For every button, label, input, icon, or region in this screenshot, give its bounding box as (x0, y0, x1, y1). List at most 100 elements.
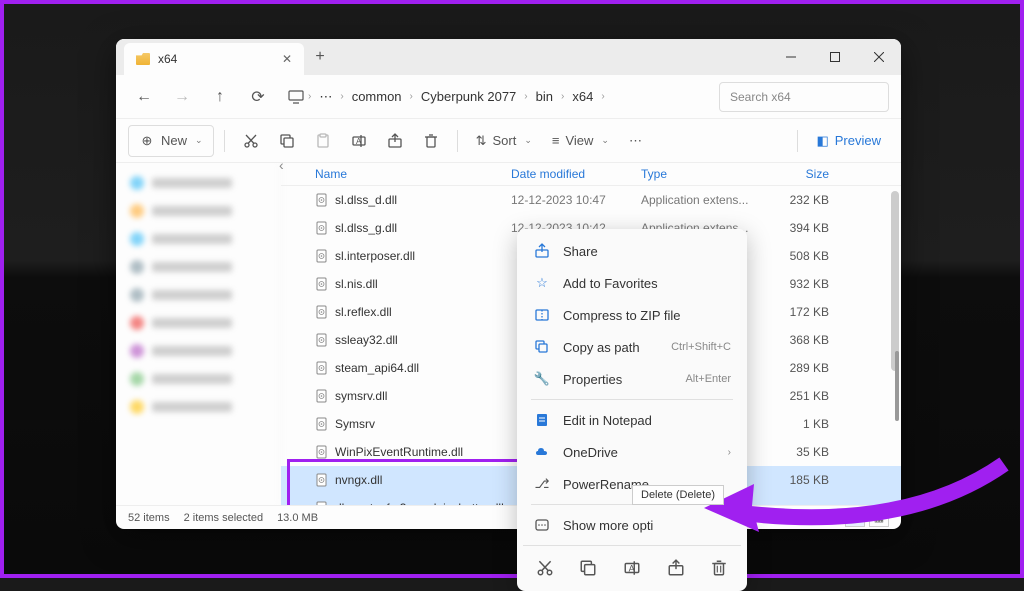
cm-favorites[interactable]: ☆Add to Favorites (523, 267, 741, 299)
tab-active[interactable]: x64 ✕ (124, 43, 304, 75)
scrollbar[interactable] (891, 191, 899, 371)
file-name: ssleay32.dll (335, 333, 398, 347)
file-size: 251 KB (771, 389, 841, 403)
file-icon (315, 417, 329, 431)
sidebar-item[interactable] (122, 169, 274, 197)
file-name: sl.nis.dll (335, 277, 378, 291)
cm-delete[interactable] (703, 552, 735, 584)
context-menu: Share ☆Add to Favorites Compress to ZIP … (517, 229, 747, 591)
cloud-icon (533, 443, 551, 461)
chevron-down-icon: ⌄ (195, 135, 203, 146)
search-input[interactable]: Search x64 (719, 82, 889, 112)
file-name: steam_api64.dll (335, 361, 419, 375)
file-size: 508 KB (771, 249, 841, 263)
cm-properties[interactable]: 🔧PropertiesAlt+Enter (523, 363, 741, 395)
file-icon (315, 473, 329, 487)
breadcrumb-more-icon[interactable]: ⋯ (315, 85, 336, 109)
file-name: symsrv.dll (335, 389, 387, 403)
file-size: 394 KB (771, 221, 841, 235)
sort-button[interactable]: ⇅ Sort ⌄ (468, 125, 540, 157)
delete-button[interactable] (415, 125, 447, 157)
col-name-header[interactable]: Name (291, 167, 511, 181)
details-view-button[interactable]: ≡ (845, 509, 865, 527)
cm-notepad[interactable]: Edit in Notepad (523, 404, 741, 436)
close-button[interactable] (857, 39, 901, 75)
preview-button[interactable]: ◧ Preview (808, 125, 889, 157)
new-tab-button[interactable]: + (304, 48, 336, 66)
file-name: sl.interposer.dll (335, 249, 415, 263)
close-tab-icon[interactable]: ✕ (282, 52, 292, 66)
breadcrumb-item[interactable]: x64 (568, 85, 597, 108)
sidebar-item[interactable] (122, 281, 274, 309)
cm-showmore[interactable]: Show more opti (523, 509, 741, 541)
cm-rename[interactable]: A (616, 552, 648, 584)
statusbar: 52 items 2 items selected 13.0 MB ≡ ▦ (116, 505, 901, 529)
titlebar: x64 ✕ + (116, 39, 901, 75)
sidebar-item[interactable] (122, 309, 274, 337)
view-button[interactable]: ≡ View ⌄ (544, 125, 617, 157)
copy-button[interactable] (271, 125, 303, 157)
breadcrumb-item[interactable]: Cyberpunk 2077 (417, 85, 520, 108)
cm-copy[interactable] (572, 552, 604, 584)
file-size: 932 KB (771, 277, 841, 291)
cm-onedrive[interactable]: OneDrive› (523, 436, 741, 468)
delete-tooltip: Delete (Delete) (632, 485, 724, 505)
up-button[interactable]: ↑ (204, 81, 236, 113)
new-button[interactable]: ⊕ New ⌄ (128, 125, 214, 157)
monitor-icon (288, 89, 304, 105)
thumbnails-view-button[interactable]: ▦ (869, 509, 889, 527)
cm-share-action[interactable] (660, 552, 692, 584)
file-name: Symsrv (335, 417, 375, 431)
sidebar-item[interactable] (122, 253, 274, 281)
file-size: 35 KB (771, 445, 841, 459)
col-type-header[interactable]: Type (641, 167, 771, 181)
file-name: WinPixEventRuntime.dll (335, 445, 463, 459)
status-selected: 2 items selected (184, 512, 263, 524)
sidebar (116, 163, 281, 505)
view-label: View (565, 133, 593, 148)
file-size: 1 KB (771, 417, 841, 431)
file-name: sl.dlss_g.dll (335, 221, 397, 235)
file-name: nvngx.dll (335, 473, 382, 487)
plus-circle-icon: ⊕ (139, 133, 155, 149)
file-icon (315, 445, 329, 459)
sidebar-item[interactable] (122, 225, 274, 253)
more-button[interactable]: ⋯ (621, 125, 650, 157)
sidebar-item[interactable] (122, 197, 274, 225)
cm-copypath[interactable]: Copy as pathCtrl+Shift+C (523, 331, 741, 363)
refresh-button[interactable]: ⟳ (242, 81, 274, 113)
file-icon (315, 333, 329, 347)
scrollbar[interactable] (895, 351, 899, 421)
cut-button[interactable] (235, 125, 267, 157)
file-icon (315, 193, 329, 207)
wrench-icon: 🔧 (533, 370, 551, 388)
col-date-header[interactable]: Date modified (511, 167, 641, 181)
breadcrumb[interactable]: › ⋯ › common › Cyberpunk 2077 › bin › x6… (280, 85, 713, 109)
file-row[interactable]: sl.dlss_d.dll12-12-2023 10:47Application… (281, 186, 901, 214)
toolbar: ⊕ New ⌄ A ⇅ Sort ⌄ ≡ View ⌄ ⋯ ◧ Preview (116, 119, 901, 163)
notepad-icon (533, 411, 551, 429)
new-label: New (161, 133, 187, 148)
back-button[interactable]: ← (128, 81, 160, 113)
paste-button[interactable] (307, 125, 339, 157)
file-icon (315, 501, 329, 505)
cm-compress[interactable]: Compress to ZIP file (523, 299, 741, 331)
sidebar-item[interactable] (122, 365, 274, 393)
star-icon: ☆ (533, 274, 551, 292)
breadcrumb-item[interactable]: bin (532, 85, 557, 108)
cm-share[interactable]: Share (523, 235, 741, 267)
forward-button[interactable]: → (166, 81, 198, 113)
minimize-button[interactable] (769, 39, 813, 75)
breadcrumb-item[interactable]: common (348, 85, 406, 108)
file-name: sl.dlss_d.dll (335, 193, 397, 207)
maximize-button[interactable] (813, 39, 857, 75)
rename-button[interactable]: A (343, 125, 375, 157)
cm-cut[interactable] (529, 552, 561, 584)
sidebar-item[interactable] (122, 337, 274, 365)
col-size-header[interactable]: Size (771, 167, 841, 181)
column-headers[interactable]: Name Date modified Type Size (281, 163, 901, 186)
sidebar-item[interactable] (122, 393, 274, 421)
file-size: 172 KB (771, 305, 841, 319)
share-button[interactable] (379, 125, 411, 157)
folder-icon (136, 53, 150, 65)
